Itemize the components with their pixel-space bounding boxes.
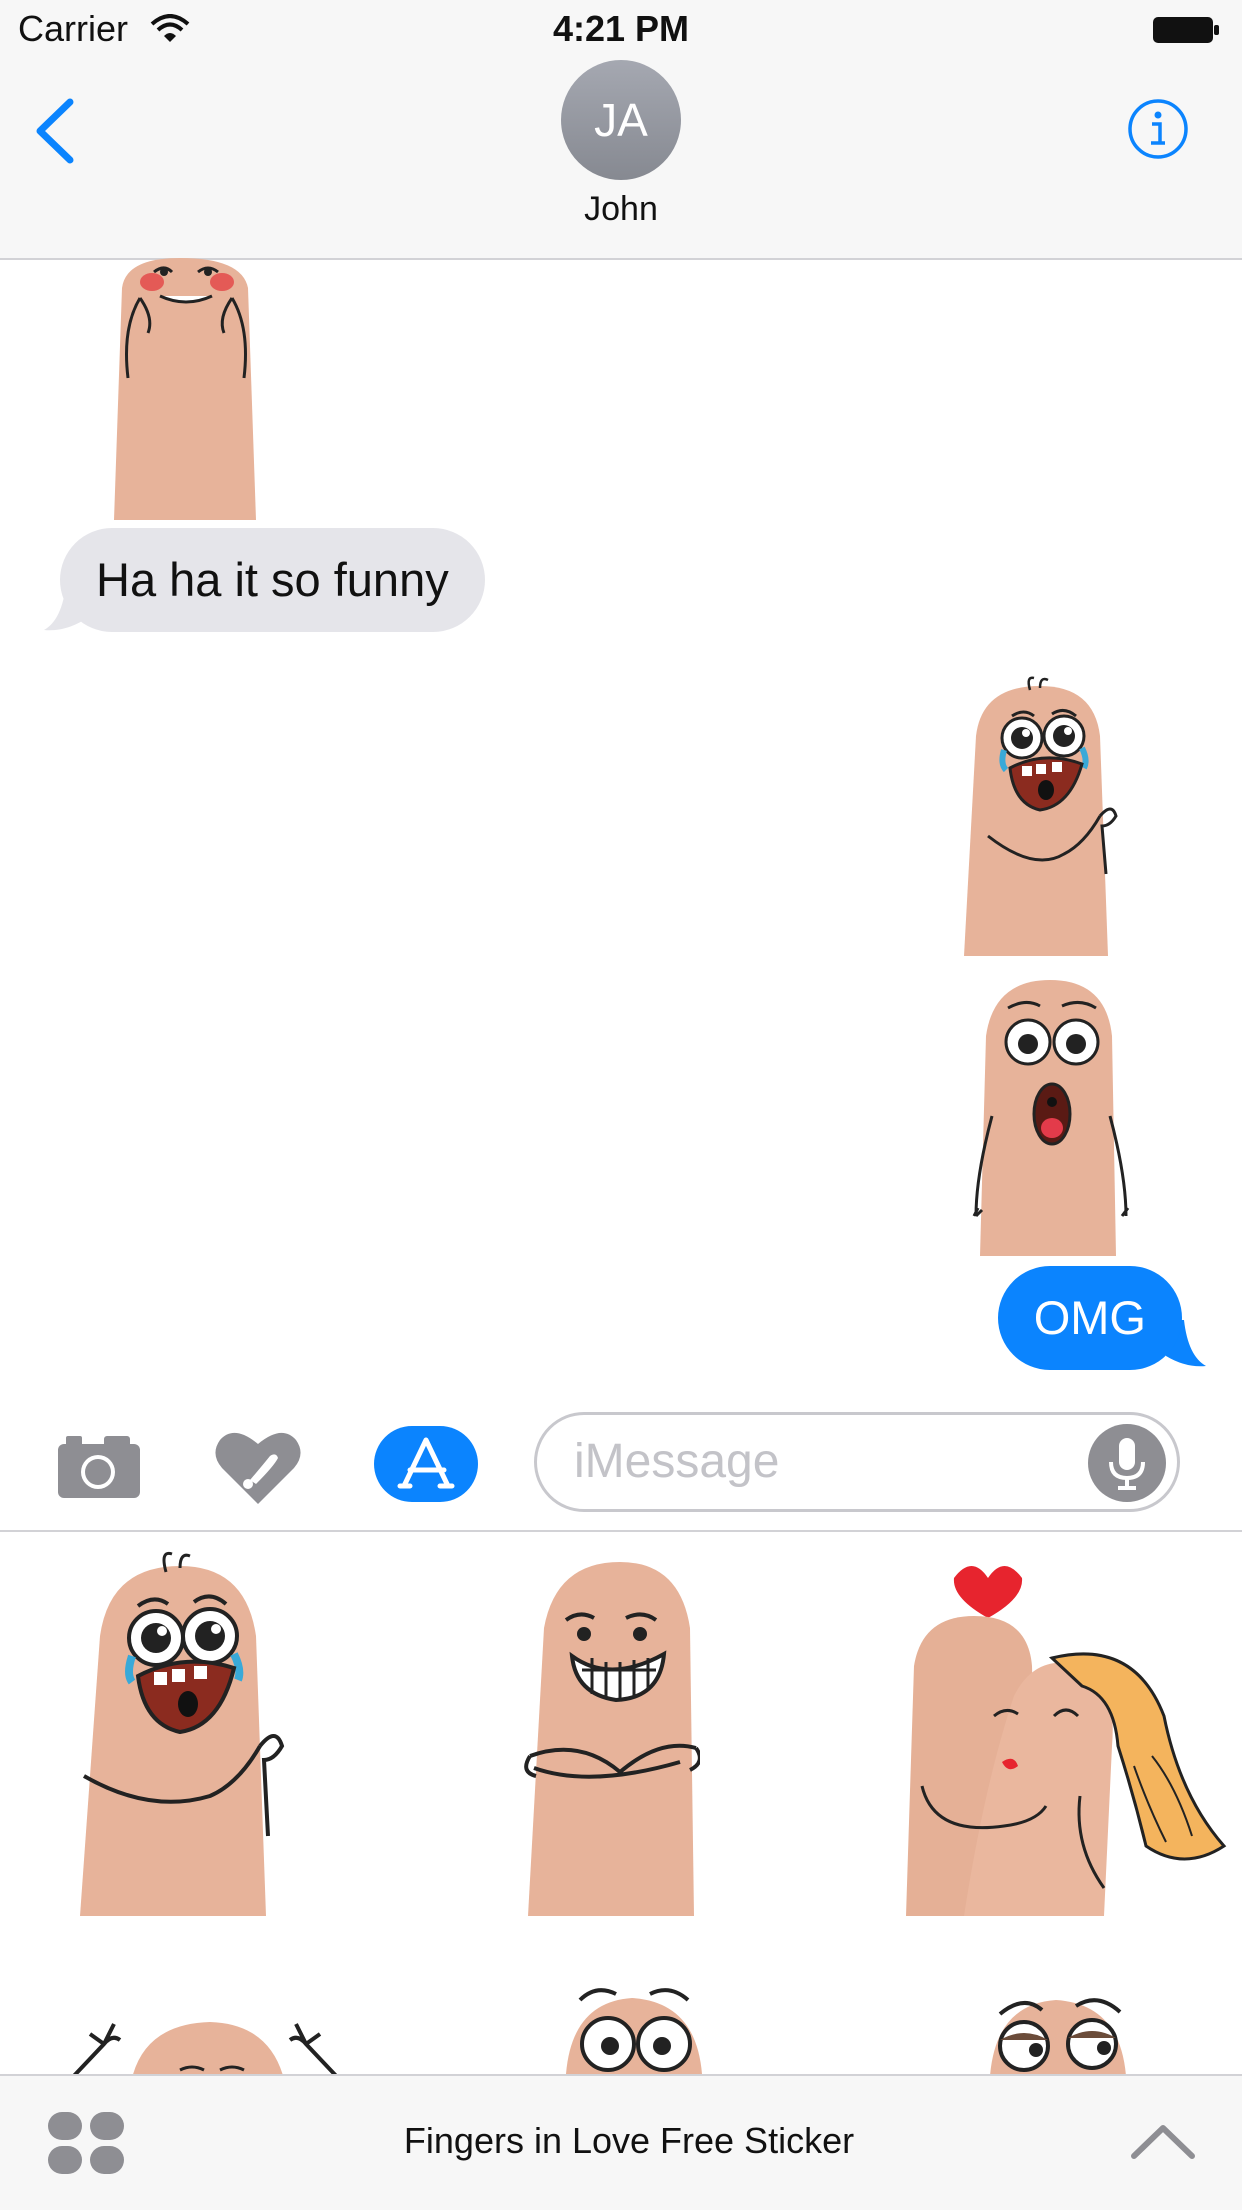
drawer-sticker-kissing-couple[interactable] bbox=[904, 1546, 1234, 1916]
app-store-icon bbox=[397, 1437, 455, 1489]
battery-icon bbox=[1153, 17, 1219, 43]
drawer-sticker-wide-eyes[interactable] bbox=[556, 1962, 716, 2074]
chevron-up-icon[interactable] bbox=[1130, 2120, 1196, 2160]
drawer-sticker-trollface-arms-crossed[interactable] bbox=[520, 1548, 700, 1916]
sticker-finger-crying-happy[interactable] bbox=[960, 676, 1130, 956]
sticker-finger-shocked[interactable] bbox=[970, 976, 1130, 1256]
drawer-sticker-arms-raised[interactable] bbox=[60, 1988, 350, 2074]
sticker-finger-shy[interactable] bbox=[110, 258, 260, 520]
app-store-button[interactable] bbox=[374, 1426, 478, 1502]
back-chevron-icon[interactable] bbox=[30, 96, 80, 166]
drawer-sticker-side-eye[interactable] bbox=[980, 1964, 1140, 2074]
sticker-drawer bbox=[0, 1532, 1242, 2074]
info-icon[interactable] bbox=[1127, 98, 1189, 160]
outgoing-message-bubble[interactable]: OMG bbox=[997, 1266, 1182, 1370]
incoming-message-bubble[interactable]: Ha ha it so funny bbox=[60, 528, 485, 632]
imessage-placeholder: iMessage bbox=[574, 1435, 780, 1488]
contact-avatar[interactable]: JA bbox=[561, 60, 681, 180]
microphone-icon bbox=[1109, 1438, 1145, 1490]
sticker-app-name: Fingers in Love Free Sticker bbox=[403, 2120, 855, 2161]
camera-icon[interactable] bbox=[56, 1432, 142, 1500]
digital-touch-heart-icon[interactable] bbox=[214, 1426, 302, 1506]
drawer-sticker-crying-happy[interactable] bbox=[70, 1546, 300, 1916]
status-time: 4:21 PM bbox=[552, 8, 690, 49]
microphone-button[interactable] bbox=[1088, 1424, 1166, 1502]
contact-name[interactable]: John bbox=[0, 190, 1242, 229]
